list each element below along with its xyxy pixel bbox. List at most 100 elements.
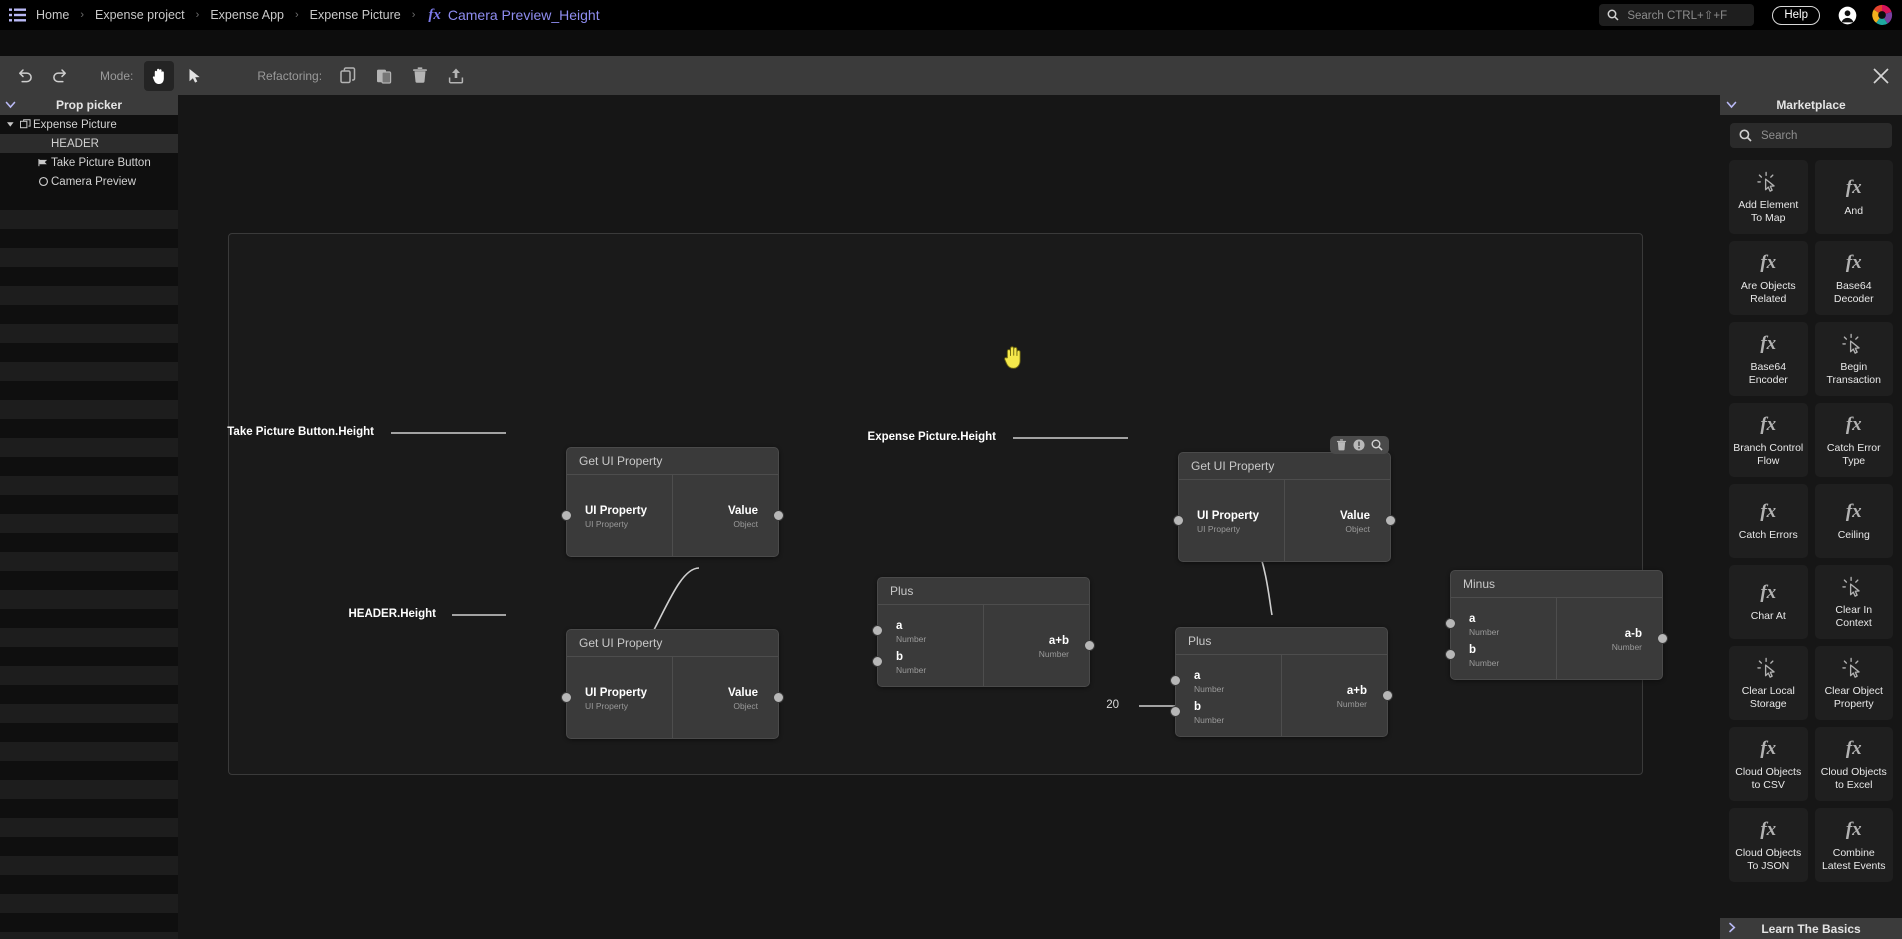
output-port-dot[interactable] [773,692,784,703]
input-port-dot[interactable] [872,656,883,667]
export-button[interactable] [441,61,471,91]
marketplace-item[interactable]: Clear In Context [1815,565,1894,639]
paste-button[interactable] [369,61,399,91]
flow-canvas[interactable]: Take Picture Button.HeightHEADER.HeightE… [178,95,1720,939]
marketplace-item[interactable]: Add Element To Map [1729,160,1808,234]
marketplace-item[interactable]: fxCatch Error Type [1815,403,1894,477]
input-port-dot[interactable] [872,625,883,636]
close-editor-button[interactable] [1872,67,1890,85]
node-body: UI PropertyUI PropertyValueObject [1179,479,1390,561]
tree-filler-row [0,457,178,476]
port-type: UI Property [585,520,647,529]
marketplace-item[interactable]: fxAre Objects Related [1729,241,1808,315]
marketplace-item[interactable]: fxBase64 Encoder [1729,322,1808,396]
marketplace-item[interactable]: fxBranch Control Flow [1729,403,1808,477]
marketplace-item[interactable]: Begin Transaction [1815,322,1894,396]
graph-node-minus[interactable]: MinusaNumberbNumbera-bNumber [1450,570,1663,680]
marketplace-item[interactable]: Clear Object Property [1815,646,1894,720]
graph-node-get3[interactable]: Get UI PropertyUI PropertyUI PropertyVal… [1178,452,1391,562]
marketplace-item[interactable]: fxChar At [1729,565,1808,639]
tree-filler-row [0,932,178,939]
graph-node-get2[interactable]: Get UI PropertyUI PropertyUI PropertyVal… [566,629,779,739]
node-title: Get UI Property [567,630,778,656]
breadcrumb-item-1[interactable]: Expense project [93,8,187,22]
hamburger-icon[interactable] [0,0,34,30]
node-title: Plus [878,578,1089,604]
marketplace-item[interactable]: fxCatch Errors [1729,484,1808,558]
hand-icon [151,67,168,85]
node-body: aNumberbNumbera+bNumber [1176,654,1387,736]
port-label: UI Property [585,687,647,700]
graph-node-plus1[interactable]: PlusaNumberbNumbera+bNumber [877,577,1090,687]
output-port-dot[interactable] [1382,690,1393,701]
tree-item-take-picture-button[interactable]: Take Picture Button [0,153,178,172]
account-icon[interactable] [1838,6,1857,25]
input-port-dot[interactable] [1445,618,1456,629]
port-type: UI Property [1197,525,1259,534]
input-port-dot[interactable] [1173,515,1184,526]
tree-filler-row [0,324,178,343]
redo-button[interactable] [45,61,75,91]
tree-item-header[interactable]: HEADER [0,134,178,153]
tree-filler-row [0,419,178,438]
tree-filler-row [0,305,178,324]
marketplace-search-input[interactable]: Search [1730,123,1892,148]
marketplace-item-label: Char At [1751,610,1786,622]
canvas-label: Expense Picture.Height [868,431,996,443]
marketplace-item[interactable]: fxBase64 Decoder [1815,241,1894,315]
flow-group-frame [228,233,1643,775]
marketplace-item[interactable]: Clear Local Storage [1729,646,1808,720]
brand-logo-icon[interactable] [1871,4,1893,26]
marketplace-item-label: Catch Errors [1739,529,1798,541]
fx-icon: fx [1846,251,1862,275]
node-outputs: a+bNumber [984,605,1089,686]
marketplace-item[interactable]: fxCloud Objects To JSON [1729,808,1808,882]
output-port-dot[interactable] [1084,640,1095,651]
mode-select-button[interactable] [180,61,210,91]
undo-button[interactable] [9,61,39,91]
search-input[interactable]: Search CTRL+⇧+F [1599,4,1754,26]
breadcrumb-item-0[interactable]: Home [34,8,71,22]
learn-the-basics-button[interactable]: Learn The Basics [1720,918,1902,939]
marketplace-item[interactable]: fxAnd [1815,160,1894,234]
port-label: b [896,651,926,664]
output-port-dot[interactable] [1657,633,1668,644]
input-port-dot[interactable] [561,510,572,521]
chevron-down-icon[interactable] [4,98,17,116]
marketplace-item[interactable]: fxCloud Objects to Excel [1815,727,1894,801]
input-port-dot[interactable] [561,692,572,703]
chevron-down-icon[interactable] [1725,98,1738,116]
node-info-icon[interactable] [1353,439,1365,451]
port-label: UI Property [585,505,647,518]
tree-filler-row [0,647,178,666]
breadcrumb-item-2[interactable]: Expense App [208,8,286,22]
port-type: Object [728,520,758,529]
node-search-icon[interactable] [1371,439,1383,451]
marketplace-grid: Add Element To MapfxAndfxAre Objects Rel… [1720,156,1902,918]
marketplace-item[interactable]: fxCombine Latest Events [1815,808,1894,882]
output-port-dot[interactable] [773,510,784,521]
port-label: UI Property [1197,510,1259,523]
breadcrumb-item-3[interactable]: Expense Picture [308,8,403,22]
marketplace-item-label: Clear Object Property [1818,685,1891,709]
tree-item-camera-preview[interactable]: Camera Preview [0,172,178,191]
input-port-dot[interactable] [1170,706,1181,717]
node-title: Plus [1176,628,1387,654]
input-port-dot[interactable] [1170,675,1181,686]
port-label: a+b [1039,635,1069,648]
tree-item-expense-picture[interactable]: Expense Picture [0,115,178,134]
copy-button[interactable] [333,61,363,91]
delete-button[interactable] [405,61,435,91]
breadcrumb-separator: › [295,9,299,21]
graph-node-get1[interactable]: Get UI PropertyUI PropertyUI PropertyVal… [566,447,779,557]
node-trash-icon[interactable] [1336,439,1347,451]
help-button[interactable]: Help [1772,6,1820,25]
input-port: bNumber [896,651,926,675]
tree-expander-open[interactable] [3,120,17,129]
mode-pan-button[interactable] [144,61,174,91]
marketplace-item[interactable]: fxCeiling [1815,484,1894,558]
marketplace-item[interactable]: fxCloud Objects to CSV [1729,727,1808,801]
input-port-dot[interactable] [1445,649,1456,660]
graph-node-plus2[interactable]: PlusaNumberbNumbera+bNumber [1175,627,1388,737]
output-port-dot[interactable] [1385,515,1396,526]
